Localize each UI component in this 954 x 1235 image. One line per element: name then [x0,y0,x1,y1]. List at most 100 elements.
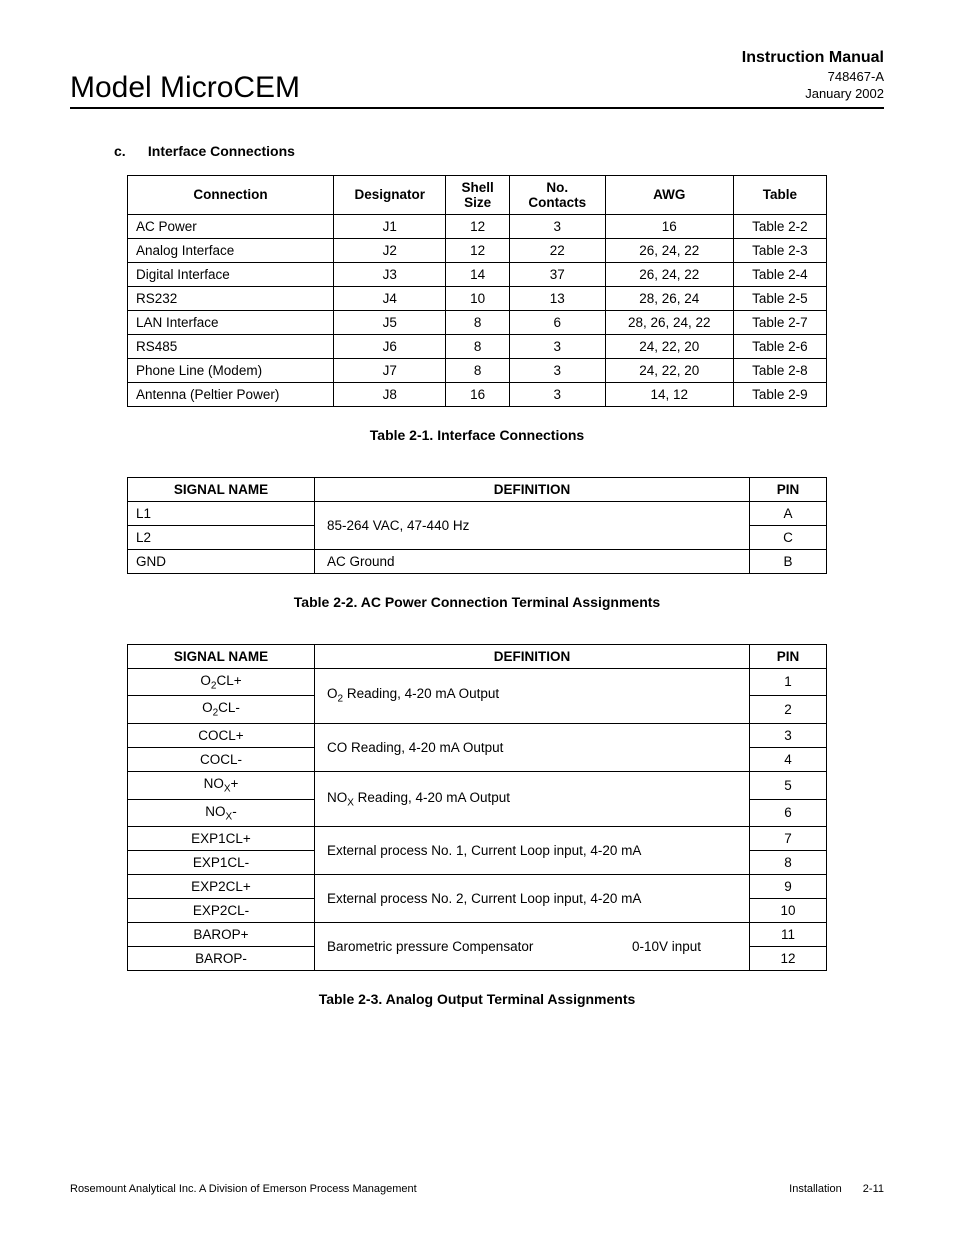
table-cell: NOX+ [128,771,315,799]
table-cell: 14, 12 [605,382,733,406]
table2-header: SIGNAL NAME [128,477,315,501]
table-cell: 6 [509,310,605,334]
table1-header: No.Contacts [509,175,605,214]
section-title: Interface Connections [148,143,295,159]
table-cell: 4 [750,747,827,771]
table-cell: Table 2-8 [733,358,826,382]
footer-right: Installation 2-11 [771,1183,884,1195]
table-row: BAROP+ Barometric pressure Compensator0-… [128,923,827,947]
table-cell: RS485 [128,334,334,358]
table-cell: 2 [750,696,827,724]
table-cell: 3 [750,723,827,747]
table3-header: PIN [750,644,827,668]
table-row: EXP1CL+ External process No. 1, Current … [128,827,827,851]
table-cell: RS232 [128,286,334,310]
table-cell: EXP2CL- [128,899,315,923]
table-cell: Barometric pressure Compensator0-10V inp… [315,923,750,971]
table-cell: 28, 26, 24, 22 [605,310,733,334]
table-cell: J3 [334,262,446,286]
table-cell: L1 [128,501,315,525]
table-cell: J8 [334,382,446,406]
table-cell: A [750,501,827,525]
table-cell: 3 [509,382,605,406]
table-cell: Phone Line (Modem) [128,358,334,382]
table-cell: 3 [509,358,605,382]
table1-caption: Table 2-1. Interface Connections [70,427,884,443]
table-cell: EXP1CL+ [128,827,315,851]
doc-date: January 2002 [742,86,884,103]
table-cell: AC Ground [315,549,750,573]
footer-left: Rosemount Analytical Inc. A Division of … [70,1183,417,1195]
table-cell: NOX Reading, 4-20 mA Output [315,771,750,826]
table3-caption: Table 2-3. Analog Output Terminal Assign… [70,991,884,1007]
table-row: COCL+ CO Reading, 4-20 mA Output 3 [128,723,827,747]
table-cell: Table 2-7 [733,310,826,334]
page-footer: Rosemount Analytical Inc. A Division of … [70,1183,884,1195]
table-cell: 37 [509,262,605,286]
table-cell: Table 2-2 [733,214,826,238]
page-header: Model MicroCEM Instruction Manual 748467… [70,48,884,109]
analog-output-table: SIGNAL NAMEDEFINITIONPIN O2CL+ O2 Readin… [127,644,827,972]
table-cell: EXP1CL- [128,851,315,875]
table-cell: LAN Interface [128,310,334,334]
table1-header: AWG [605,175,733,214]
table-cell: 12 [446,238,509,262]
table-cell: 12 [446,214,509,238]
table-cell: 8 [446,334,509,358]
table-row: GND AC Ground B [128,549,827,573]
table-cell: J5 [334,310,446,334]
section-heading: c. Interface Connections [114,143,884,159]
table-cell: J4 [334,286,446,310]
table-row: Digital InterfaceJ3143726, 24, 22Table 2… [128,262,827,286]
table-cell: GND [128,549,315,573]
table-row: L1 85-264 VAC, 47-440 Hz A [128,501,827,525]
table3-header: DEFINITION [315,644,750,668]
table-row: O2CL+ O2 Reading, 4-20 mA Output 1 [128,668,827,696]
table2-header: PIN [750,477,827,501]
table-cell: Table 2-3 [733,238,826,262]
table-cell: 3 [509,214,605,238]
table-cell: C [750,525,827,549]
table-cell: Analog Interface [128,238,334,262]
table-cell: 10 [750,899,827,923]
table-cell: 11 [750,923,827,947]
table-cell: Table 2-6 [733,334,826,358]
table-cell: 26, 24, 22 [605,262,733,286]
table-cell: 16 [446,382,509,406]
table3-header: SIGNAL NAME [128,644,315,668]
table-cell: External process No. 2, Current Loop inp… [315,875,750,923]
manual-label: Instruction Manual [742,48,884,69]
table-cell: 1 [750,668,827,696]
table-cell: BAROP+ [128,923,315,947]
table-cell: 8 [446,358,509,382]
table-row: Phone Line (Modem)J78324, 22, 20Table 2-… [128,358,827,382]
table-row: LAN InterfaceJ58628, 26, 24, 22Table 2-7 [128,310,827,334]
table-cell: AC Power [128,214,334,238]
table-cell: 6 [750,799,827,827]
section-letter: c. [114,143,144,159]
footer-page: 2-11 [863,1183,884,1195]
table1-header: Table [733,175,826,214]
table-cell: B [750,549,827,573]
table-cell: Antenna (Peltier Power) [128,382,334,406]
table-cell: 24, 22, 20 [605,334,733,358]
interface-connections-table: ConnectionDesignatorShellSizeNo.Contacts… [127,175,827,407]
table-cell: COCL- [128,747,315,771]
table-cell: J6 [334,334,446,358]
table1-header: ShellSize [446,175,509,214]
table-row: Analog InterfaceJ2122226, 24, 22Table 2-… [128,238,827,262]
table-cell: 16 [605,214,733,238]
table1-header: Connection [128,175,334,214]
table-cell: O2CL+ [128,668,315,696]
table-cell: L2 [128,525,315,549]
table-row: NOX+ NOX Reading, 4-20 mA Output 5 [128,771,827,799]
table-cell: Table 2-5 [733,286,826,310]
table-cell: J7 [334,358,446,382]
table-cell: 85-264 VAC, 47-440 Hz [315,501,750,549]
page: Model MicroCEM Instruction Manual 748467… [0,0,954,1235]
table-cell: 8 [446,310,509,334]
table-cell: 12 [750,947,827,971]
table-cell: 9 [750,875,827,899]
table-cell: 7 [750,827,827,851]
table-cell: 24, 22, 20 [605,358,733,382]
